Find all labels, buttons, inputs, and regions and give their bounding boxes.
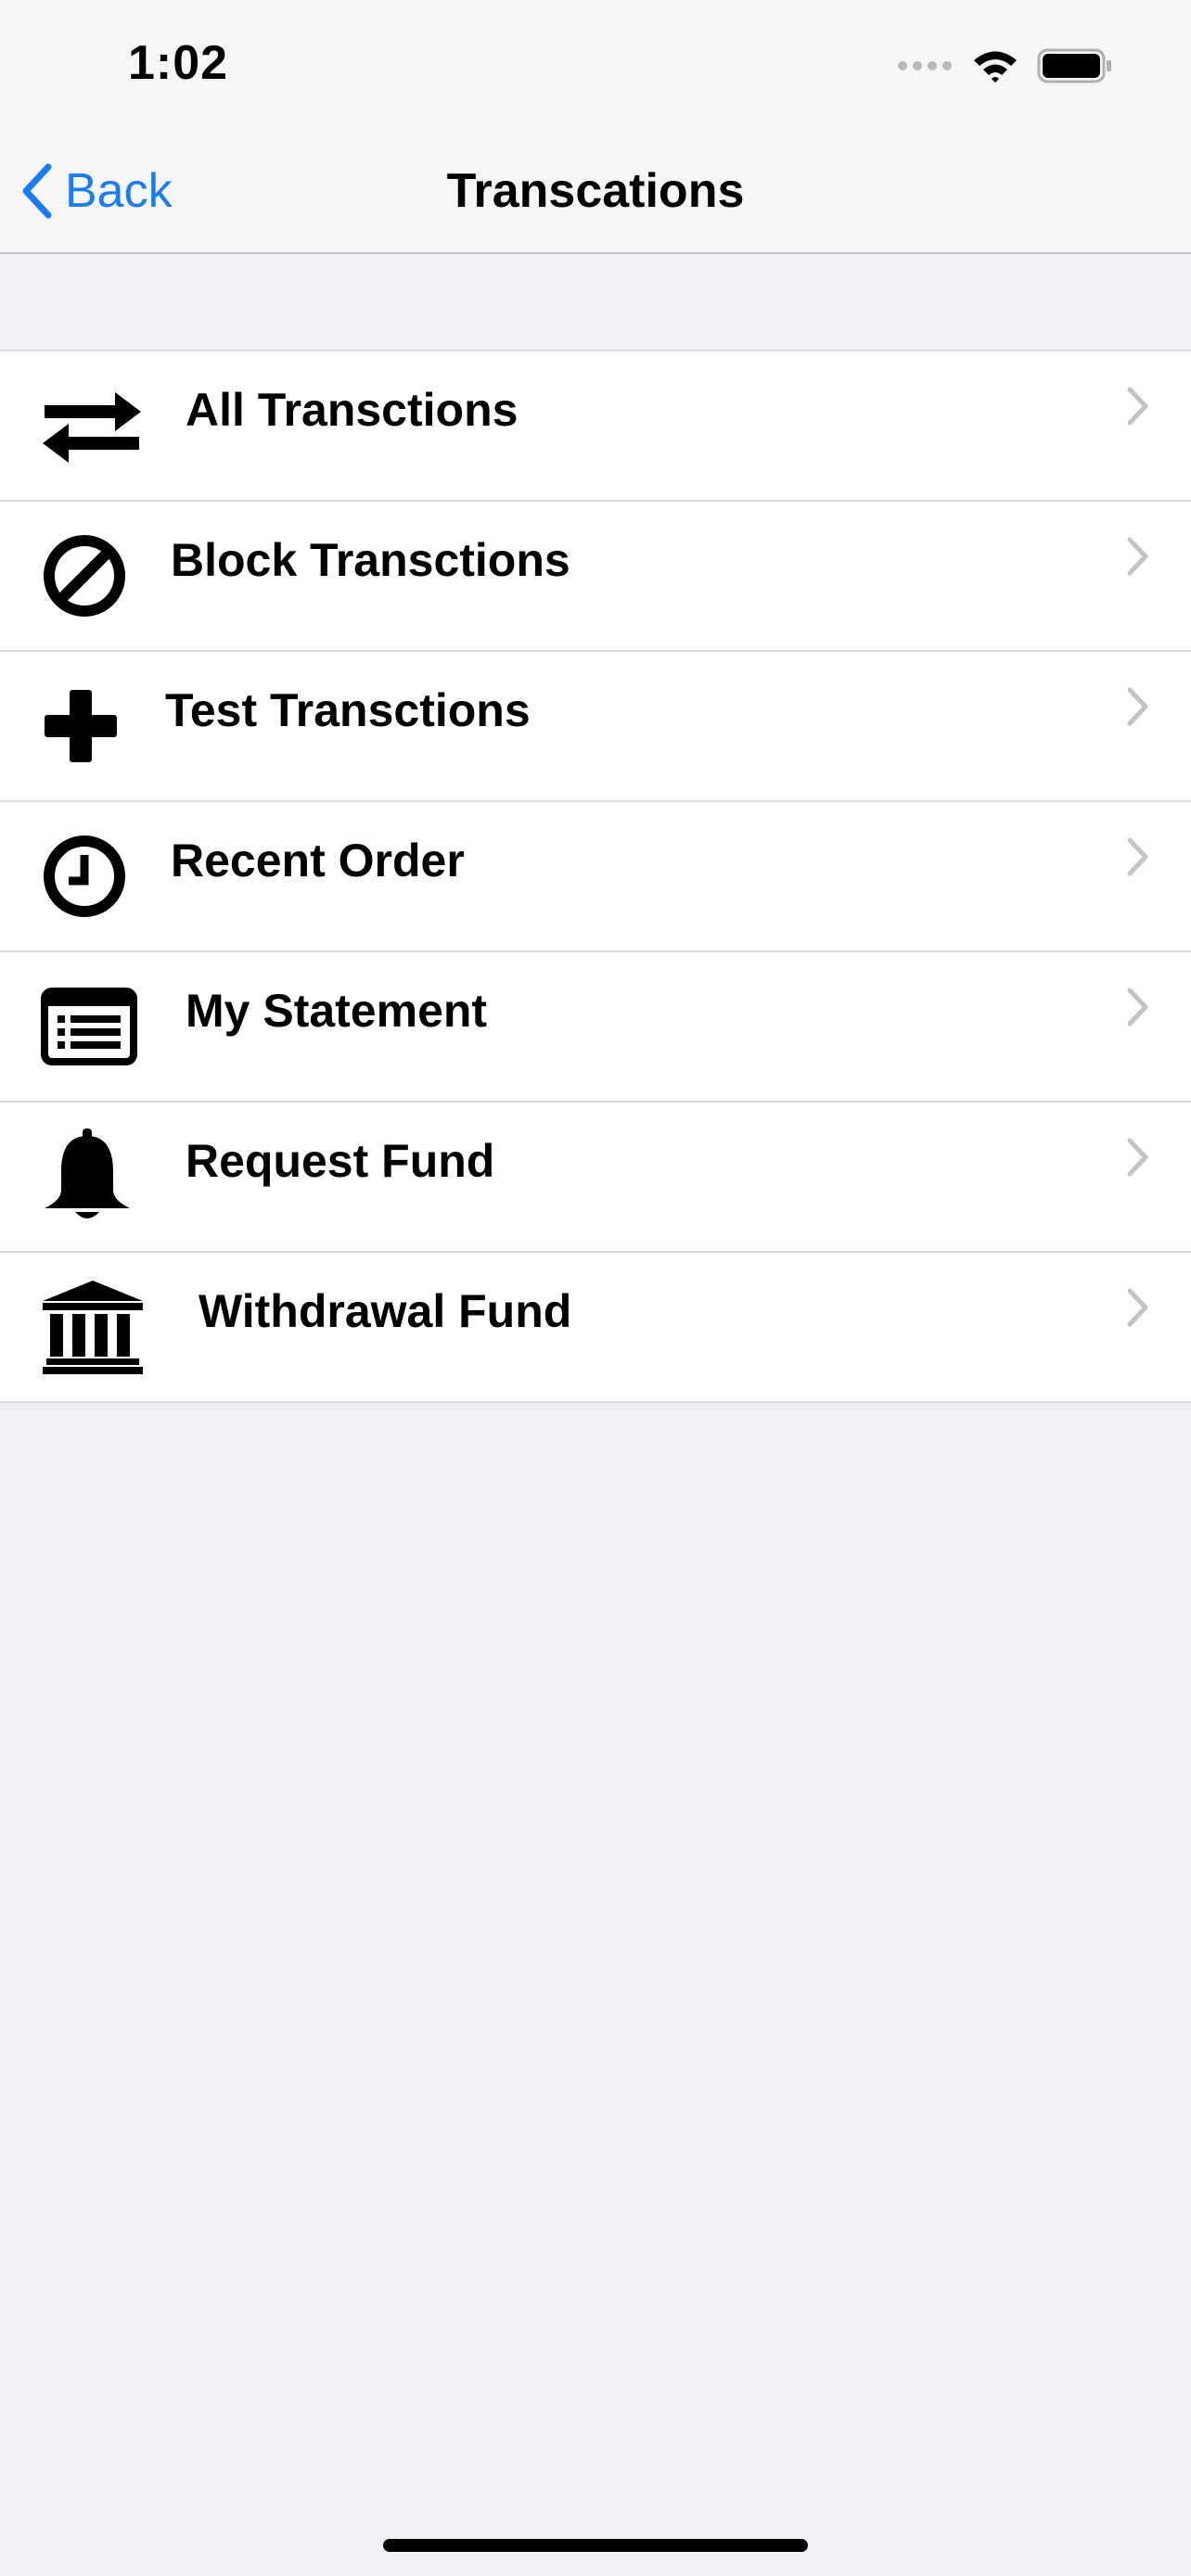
ban-icon xyxy=(41,502,152,650)
back-button[interactable]: Back xyxy=(20,161,173,221)
swap-arrows-icon xyxy=(41,351,152,500)
menu-item-my-statement[interactable]: My Statement xyxy=(0,950,1191,1101)
menu-item-withdrawal-fund[interactable]: Withdrawal Fund xyxy=(0,1251,1191,1401)
bell-icon xyxy=(41,1103,152,1251)
clock-icon xyxy=(41,802,152,950)
menu-item-label: Test Transctions xyxy=(165,684,531,736)
home-indicator[interactable] xyxy=(383,2539,808,2552)
chevron-right-icon xyxy=(1127,387,1148,426)
battery-icon xyxy=(1037,48,1111,83)
bank-icon xyxy=(41,1253,152,1401)
status-icons xyxy=(898,43,1113,89)
menu-item-block-transactions[interactable]: Block Transctions xyxy=(0,500,1191,650)
chevron-right-icon xyxy=(1127,687,1148,726)
menu-item-recent-order[interactable]: Recent Order xyxy=(0,800,1191,950)
menu-item-label: Request Fund xyxy=(186,1135,495,1187)
chevron-right-icon xyxy=(1127,537,1148,576)
wifi-icon xyxy=(974,51,1017,83)
chevron-right-icon xyxy=(1127,1138,1148,1177)
menu-item-all-transactions[interactable]: All Transctions xyxy=(0,351,1191,500)
chevron-right-icon xyxy=(1127,837,1148,876)
menu-item-label: Withdrawal Fund xyxy=(198,1285,572,1337)
menu-item-request-fund[interactable]: Request Fund xyxy=(0,1101,1191,1251)
navigation-bar: Back Transcations xyxy=(0,130,1191,254)
status-time: 1:02 xyxy=(128,36,229,90)
menu-item-label: Recent Order xyxy=(171,835,465,886)
page-title: Transcations xyxy=(446,164,745,218)
status-bar: 1:02 xyxy=(0,0,1191,130)
cellular-signal-icon xyxy=(898,61,952,70)
menu-item-label: My Statement xyxy=(186,985,488,1037)
menu-item-test-transactions[interactable]: Test Transctions xyxy=(0,650,1191,800)
transactions-menu: All Transctions Block Transctions Test T… xyxy=(0,350,1191,1403)
chevron-right-icon xyxy=(1127,988,1148,1027)
list-icon xyxy=(41,952,152,1101)
menu-item-label: All Transctions xyxy=(186,384,519,436)
chevron-right-icon xyxy=(1127,1288,1148,1327)
menu-item-label: Block Transctions xyxy=(171,534,570,586)
plus-icon xyxy=(41,652,152,800)
chevron-left-icon xyxy=(22,163,52,219)
back-label: Back xyxy=(65,164,173,218)
